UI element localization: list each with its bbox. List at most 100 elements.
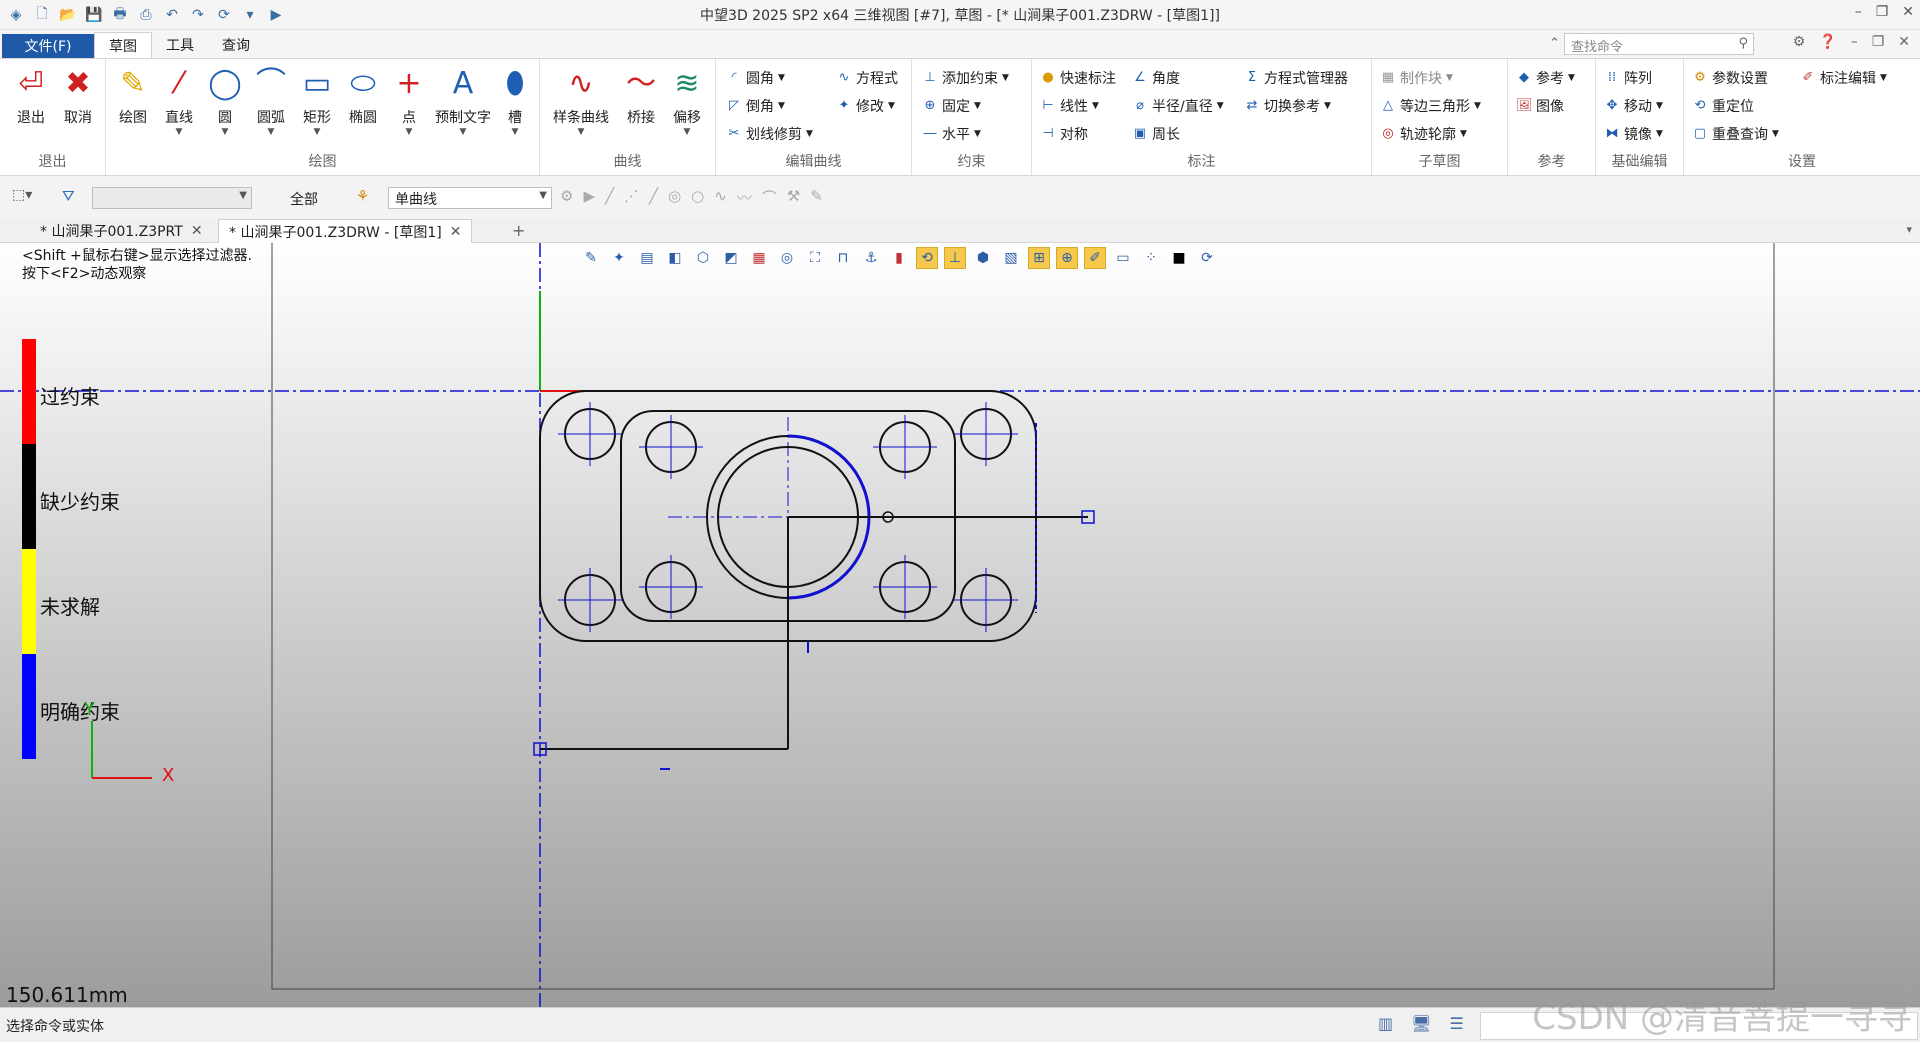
tab-tools[interactable]: 工具	[152, 32, 208, 58]
search-icon[interactable]: ⚲	[1738, 36, 1748, 51]
run-icon[interactable]: ▶	[266, 5, 286, 25]
pick-mode-icon[interactable]: ⚘	[356, 187, 369, 205]
constraint-display-icon[interactable]: ⟲	[916, 247, 938, 269]
rectangle-button[interactable]: ▭ 矩形 ▼	[294, 65, 340, 137]
layout-icon[interactable]: ▥	[1378, 1014, 1393, 1033]
curve-snap-icon[interactable]: ∿	[714, 187, 727, 208]
toggle-reference-button[interactable]: ⇄ 切换参考 ▼	[1244, 95, 1331, 117]
grid-icon[interactable]: ▦	[748, 247, 770, 269]
batch-print-icon[interactable]: ⎙	[136, 5, 156, 25]
doc-close-icon[interactable]: ✕	[1898, 34, 1910, 50]
snap-grid-icon[interactable]: ⊞	[1028, 247, 1050, 269]
filter-select[interactable]: ▼	[92, 187, 252, 209]
doc-restore-icon[interactable]: ❐	[1872, 34, 1885, 50]
track-profile-button[interactable]: ◎ 轨迹轮廓 ▼	[1380, 123, 1467, 145]
sheet-icon[interactable]: ▧	[1000, 247, 1022, 269]
doc-tab-drawing[interactable]: * 山涧果子001.Z3DRW - [草图1] ✕	[218, 219, 473, 243]
fit-icon[interactable]: ⛶	[804, 247, 826, 269]
circle2-snap-icon[interactable]: ○	[691, 187, 704, 208]
fillet-button[interactable]: ◜ 圆角 ▼	[726, 67, 784, 89]
save-icon[interactable]: 💾	[84, 5, 104, 25]
rotate-view-icon[interactable]: ⟳	[1196, 247, 1218, 269]
render-icon[interactable]: ◎	[776, 247, 798, 269]
slot-button[interactable]: ⬮ 槽 ▼	[492, 65, 538, 137]
point-button[interactable]: + 点 ▼	[386, 65, 432, 137]
image-button[interactable]: 🖼 图像	[1516, 95, 1564, 117]
customize-dropdown-icon[interactable]: ▾	[240, 5, 260, 25]
move-button[interactable]: ✥ 移动 ▼	[1604, 95, 1663, 117]
reposition-button[interactable]: ⟲ 重定位	[1692, 95, 1754, 117]
ellipse-button[interactable]: ⬭ 椭圆	[340, 65, 386, 127]
new-file-icon[interactable]: 🗋	[32, 5, 52, 25]
view-orient-icon[interactable]: ◩	[720, 247, 742, 269]
filter-icon[interactable]: ⛛	[62, 187, 75, 205]
trim-button[interactable]: ✂ 划线修剪 ▼	[726, 123, 813, 145]
quick-dimension-button[interactable]: ● 快速标注	[1040, 67, 1116, 89]
command-search-input[interactable]: 查找命令 ⚲	[1564, 33, 1754, 55]
arc-button[interactable]: ⌒ 圆弧 ▼	[248, 65, 294, 137]
anchor-icon[interactable]: ⚓	[860, 247, 882, 269]
open-file-icon[interactable]: 📂	[58, 5, 78, 25]
refresh-icon[interactable]: ⟳	[214, 5, 234, 25]
color-icon[interactable]: ▮	[888, 247, 910, 269]
tool-snap-icon[interactable]: ⚒	[787, 187, 800, 208]
mirror-button[interactable]: ⧓ 镜像 ▼	[1604, 123, 1663, 145]
highlight-icon[interactable]: ✐	[1084, 247, 1106, 269]
equation-button[interactable]: ∿ 方程式	[836, 67, 898, 89]
list-icon[interactable]: ☰	[1449, 1014, 1463, 1033]
minimize-button[interactable]: –	[1855, 4, 1862, 20]
redo-icon[interactable]: ↷	[188, 5, 208, 25]
tab-sketch[interactable]: 草图	[94, 32, 152, 58]
snap-icon[interactable]: ⚙	[560, 187, 573, 208]
draw-button[interactable]: ✎ 绘图	[110, 65, 156, 127]
wireframe-tool-icon[interactable]: ⬡	[692, 247, 714, 269]
magic-tool-icon[interactable]: ✦	[608, 247, 630, 269]
point-snap-icon[interactable]: ⋰	[624, 187, 639, 208]
sketch-drawing[interactable]	[0, 243, 1920, 1007]
cancel-button[interactable]: ✖ 取消	[55, 65, 101, 127]
horizontal-button[interactable]: ― 水平 ▼	[922, 123, 981, 145]
circle-snap-icon[interactable]: ◎	[668, 187, 681, 208]
brush-snap-icon[interactable]: ✎	[810, 187, 823, 208]
doc-tab-part[interactable]: * 山涧果子001.Z3PRT ✕	[30, 219, 213, 243]
equilateral-triangle-button[interactable]: △ 等边三角形 ▼	[1380, 95, 1481, 117]
pencil-tool-icon[interactable]: ✎	[580, 247, 602, 269]
curve-mode-select[interactable]: 单曲线 ▼	[388, 187, 552, 209]
preset-text-button[interactable]: A 预制文字 ▼	[432, 65, 494, 137]
undo-icon[interactable]: ↶	[162, 5, 182, 25]
overlap-query-button[interactable]: ▢ 重叠查询 ▼	[1692, 123, 1779, 145]
equation-manager-button[interactable]: Σ 方程式管理器	[1244, 67, 1348, 89]
arc-snap-icon[interactable]: ⌒	[762, 187, 777, 208]
doc-minimize-icon[interactable]: –	[1851, 34, 1858, 50]
bridge-button[interactable]: 〜桥接	[618, 65, 664, 127]
file-menu-button[interactable]: 文件(F)	[2, 34, 94, 58]
layer-tool-icon[interactable]: ▤	[636, 247, 658, 269]
dimension-display-icon[interactable]: ⊥	[944, 247, 966, 269]
tab-query[interactable]: 查询	[208, 32, 264, 58]
wave-snap-icon[interactable]: 〰	[737, 187, 752, 208]
target-icon[interactable]: ⊕	[1056, 247, 1078, 269]
display-mode-icon[interactable]: ▭	[1112, 247, 1134, 269]
pattern-button[interactable]: ⁞⁞ 阵列	[1604, 67, 1652, 89]
add-constraint-button[interactable]: ⊥ 添加约束 ▼	[922, 67, 1009, 89]
close-tab-icon[interactable]: ✕	[450, 224, 462, 240]
settings-gear-icon[interactable]: ⚙	[1793, 34, 1806, 50]
linear-dimension-button[interactable]: ⊢ 线性 ▼	[1040, 95, 1099, 117]
line-button[interactable]: ⁄ 直线 ▼	[156, 65, 202, 137]
shading-tool-icon[interactable]: ◧	[664, 247, 686, 269]
view-cube-icon[interactable]: ⬢	[972, 247, 994, 269]
exit-button[interactable]: ⏎ 退出	[8, 65, 54, 127]
line-snap-icon[interactable]: ╱	[605, 187, 614, 208]
circle-button[interactable]: ◯ 圆 ▼	[202, 65, 248, 137]
make-block-button[interactable]: ▦ 制作块 ▼	[1380, 67, 1453, 89]
maximize-button[interactable]: ❐	[1876, 4, 1889, 20]
help-icon[interactable]: ❓	[1819, 34, 1836, 50]
sketch-canvas[interactable]: ✎ ✦ ▤ ◧ ⬡ ◩ ▦ ◎ ⛶ ⊓ ⚓ ▮ ⟲ ⊥ ⬢ ▧ ⊞ ⊕ ✐ ▭ …	[0, 243, 1920, 1007]
collapse-ribbon-icon[interactable]: ⌃	[1549, 36, 1560, 51]
close-tab-icon[interactable]: ✕	[191, 223, 203, 239]
black-block-icon[interactable]: ■	[1168, 247, 1190, 269]
chamfer-button[interactable]: ◸ 倒角 ▼	[726, 95, 785, 117]
reference-button[interactable]: ◆ 参考 ▼	[1516, 67, 1575, 89]
measure-icon[interactable]: ⊓	[832, 247, 854, 269]
play-icon[interactable]: ▶	[583, 187, 595, 208]
